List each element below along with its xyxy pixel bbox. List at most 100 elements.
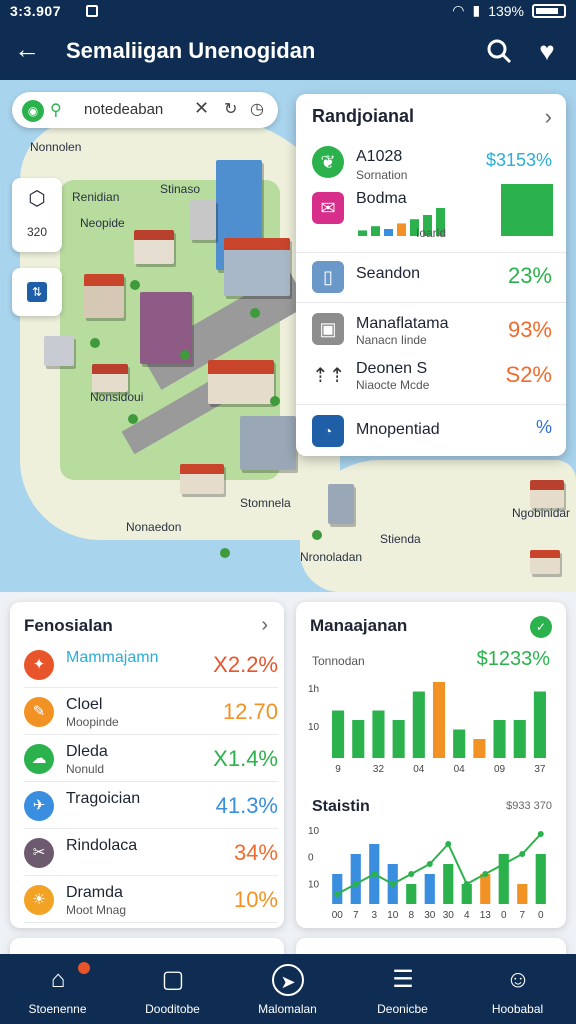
trend-point [371,871,378,877]
overview-row[interactable]: ▣ Manaflatama Nanacn Iinde 93% [296,302,566,352]
chart-bar [493,720,506,758]
chart-bar [443,864,454,904]
nav-label: Malomalan [258,1002,317,1016]
bar-chart-2: 10 0 10 00 7 3 10 8 30 30 4 13 0 7 0 [308,826,546,921]
overview-row[interactable]: ▯ Seandon 23% [296,252,566,298]
building [84,274,124,318]
nav-item-list[interactable]: ☰ Deonicbe [345,954,460,1024]
x-tick-label: 30 [424,910,436,921]
y-tick-label: 10 [308,722,320,733]
signal-icon: ▮ [472,2,481,18]
category-card: Fenosialan › ✦ Mammajamn X2.2% ✎ Cloel Moopin… [10,602,284,928]
status-time: 3:3.907 [10,3,61,19]
overview-row-value: $3153% [485,150,552,170]
chevron-right-icon[interactable]: › [261,614,268,637]
trend-line [336,833,542,895]
x-tick-label: 00 [332,910,344,921]
shirt-icon: ✦ [24,650,54,680]
map-filter-button[interactable]: ⇅ [12,268,62,316]
page-title: Semaliigan Unenogidan [66,38,316,63]
nav-item-calendar[interactable]: ▢ Dooditobe [115,954,230,1024]
refresh-icon[interactable]: ↻ [224,99,244,119]
overview-row-label: Mnopentiad [356,421,440,438]
analytics-card: Manaajanan ✓ Tonnodan $1233% 1h 10 9 32 04 04… [296,602,566,928]
filter-icon: ⇅ [27,282,47,302]
map-search-box[interactable]: ◉ ⚲ notedeaban ✕ ↻ ◷ [12,92,278,128]
overview-panel: Randjoianal › ❦ A1028 Sornation $3153% ✉… [296,94,566,456]
x-tick-label: 7 [353,910,359,921]
map-search-input[interactable]: notedeaban [84,101,163,118]
battery-text: 139% [488,2,524,19]
overview-row-label: Seandon [356,265,421,282]
nav-item-home[interactable]: ⌂ Stoenenne [0,954,115,1024]
tree [220,548,230,558]
overview-row[interactable]: ⇡⇡ Deonen S Niaocte Mcde S2% [296,352,566,402]
building [92,364,128,392]
search-icon: ⚲ [50,102,62,119]
building [328,484,354,524]
nav-item-explore[interactable]: ➤ Malomalan [230,954,345,1024]
building [208,360,274,404]
status-bar: 3:3.907 ◠ ▮ 139% [0,0,576,22]
transit-icon: ✈ [24,791,54,821]
nav-label: Deonicbe [377,1002,428,1016]
x-tick-label: 0 [538,910,544,921]
list-item[interactable]: ✎ Cloel Moopinde 12.70 [24,689,278,735]
list-item[interactable]: ✂ Rindolaca 34% [24,830,278,876]
chevron-right-icon[interactable]: › [545,104,552,130]
tree [180,350,190,360]
overview-row-sub: Ioarld [416,226,447,240]
building [190,200,216,240]
back-arrow-icon[interactable]: ← [12,34,42,64]
chart-bar [535,854,546,904]
list-item[interactable]: ☁ Dleda Nonuld X1.4% [24,736,278,782]
cloud-icon: ☁ [24,744,54,774]
list-item[interactable]: ✈ Tragoician 41.3% [24,783,278,829]
clear-icon[interactable]: ✕ [194,98,209,119]
list-item-value: 34% [233,840,278,865]
list-item[interactable]: ✦ Mammajamn X2.2% [24,642,278,688]
stats-value: $933 370 [506,800,552,812]
nav-label: Dooditobe [145,1002,200,1016]
chart-bar [332,874,343,904]
overview-row[interactable]: ◔ Mnopentiad % [296,404,566,454]
building [240,416,296,470]
overview-row-label: Manaflatama [356,315,449,332]
chart-bar [533,691,546,758]
building [180,464,224,494]
timer-icon[interactable]: ◷ [250,99,270,119]
x-tick-label: 09 [494,764,506,775]
list-item[interactable]: ☀ Dramda Moot Mnag 10% [24,877,278,923]
trend-point [445,841,452,847]
nav-item-profile[interactable]: ☺ Hoobabal [460,954,575,1024]
trend-point [389,881,396,887]
x-tick-label: 0 [501,910,507,921]
layers-icon: ⬡ [28,188,46,210]
wifi-icon: ◠ [452,2,465,18]
heart-icon[interactable]: ♥ [532,36,562,66]
trend-point [334,891,341,897]
leaf-icon: ❦ [312,146,344,178]
list-item-label: Tragoician [66,790,141,807]
chart-bar [372,710,385,758]
overview-row[interactable]: ✉ Bodma Ioarld [296,180,566,242]
chart-subtitle: Tonnodan [312,654,365,668]
map-label: Nronoladan [300,550,363,564]
notification-icon [86,5,98,17]
search-icon[interactable] [484,36,514,66]
chart-bar [406,884,417,904]
y-tick-label: 10 [308,826,320,837]
calendar-icon: ▢ [161,966,185,993]
building [44,336,74,366]
home-icon: ⌂ [50,966,66,993]
chart-bar [513,720,526,758]
x-tick-label: 3 [371,910,377,921]
tree [90,338,100,348]
map-label: Renidian [72,190,120,204]
map-label: Nonnolen [30,140,82,154]
map-layers-control[interactable]: ⬡ 320 [12,178,62,252]
leaf-icon[interactable]: ✓ [530,616,552,638]
list-item-value: 10% [233,887,278,912]
map-label: Nonsidoui [90,390,144,404]
mail-icon: ✉ [312,192,344,224]
